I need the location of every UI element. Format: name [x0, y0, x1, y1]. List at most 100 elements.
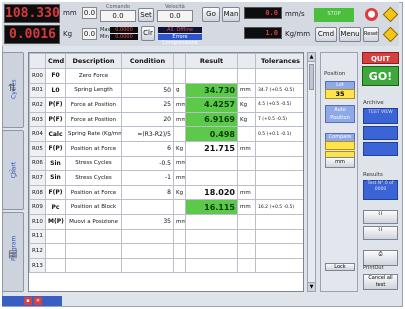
result-unit-cell[interactable]: mm: [237, 82, 256, 99]
table-row[interactable]: R11: [29, 228, 303, 245]
condition-cell[interactable]: 8: [121, 184, 174, 201]
result-unit-cell[interactable]: [237, 68, 256, 84]
result-unit-cell[interactable]: mm: [237, 140, 256, 157]
cmd-cell[interactable]: [45, 243, 66, 259]
tolerance-cell[interactable]: [255, 213, 303, 230]
condition-unit-cell[interactable]: [173, 243, 186, 259]
table-row[interactable]: R01 L0 Spring Length 50 g 34.730 mm 34.7 (+0.5 …: [29, 82, 303, 99]
cmd-cell[interactable]: [45, 228, 66, 245]
spring-icon-2[interactable]: ⌇⌇: [363, 226, 398, 240]
table-row[interactable]: R13: [29, 257, 303, 274]
tolerance-cell[interactable]: [255, 257, 303, 274]
cancel-all-button[interactable]: Cancel all test: [363, 274, 398, 290]
result-unit-cell[interactable]: [237, 170, 256, 186]
archive-blank-1[interactable]: [363, 126, 398, 140]
clear-button[interactable]: Clr: [141, 26, 155, 41]
description-cell[interactable]: Force at Position: [65, 111, 122, 128]
result-cell[interactable]: 4.4257: [185, 97, 238, 113]
condition-unit-cell[interactable]: [173, 228, 186, 245]
result-cell[interactable]: [185, 155, 238, 172]
condition-cell[interactable]: [121, 68, 174, 84]
cmd-cell[interactable]: P(F): [45, 111, 66, 128]
lock-button[interactable]: Lock: [325, 263, 355, 271]
description-cell[interactable]: Stress Cycles: [65, 170, 122, 186]
printer-icon[interactable]: ⎙: [363, 250, 398, 266]
set-value-field[interactable]: 0.0: [100, 10, 136, 22]
warning-icon-2[interactable]: [382, 26, 399, 43]
condition-cell[interactable]: 20: [121, 111, 174, 128]
table-row[interactable]: R05 F(P) Position at Force 6 Kg 21.715 mm: [29, 140, 303, 157]
archive-blank-2[interactable]: [363, 142, 398, 156]
tab-cycles[interactable]: Cycles ⇅: [2, 52, 24, 128]
cmd-cell[interactable]: Pc: [45, 199, 66, 215]
description-cell[interactable]: Position at Force: [65, 184, 122, 201]
condition-unit-cell[interactable]: Kg: [173, 140, 186, 157]
result-unit-cell[interactable]: mm: [237, 199, 256, 215]
warning-icon[interactable]: [382, 6, 399, 23]
result-unit-cell[interactable]: [237, 257, 256, 274]
condition-unit-cell[interactable]: [173, 257, 186, 274]
table-row[interactable]: R07SinStress Cycles-1mm: [29, 170, 303, 186]
manual-button[interactable]: Man: [222, 7, 240, 22]
scroll-thumb[interactable]: [309, 64, 314, 90]
close-icon[interactable]: ✕: [34, 297, 42, 305]
description-cell[interactable]: Force at Position: [65, 97, 122, 113]
result-cell[interactable]: [185, 213, 238, 230]
result-unit-cell[interactable]: [237, 126, 256, 142]
condition-cell[interactable]: 35: [121, 213, 174, 230]
reset-button[interactable]: Reset: [363, 27, 379, 42]
cmd-cell[interactable]: F(P): [45, 184, 66, 201]
scroll-up-icon[interactable]: ▲: [308, 53, 315, 62]
velocity-field[interactable]: 0.0: [157, 10, 193, 22]
condition-cell[interactable]: [121, 257, 174, 274]
description-cell[interactable]: [65, 243, 122, 259]
condition-cell[interactable]: =(R3-R2)/5: [121, 126, 174, 142]
tolerance-cell[interactable]: [255, 243, 303, 259]
tolerance-cell[interactable]: [255, 228, 303, 245]
table-row[interactable]: R12: [29, 243, 303, 259]
condition-cell[interactable]: -1: [121, 170, 174, 186]
condition-unit-cell[interactable]: [173, 199, 186, 215]
result-cell[interactable]: [185, 243, 238, 259]
mm-button[interactable]: mm: [325, 157, 355, 168]
tolerance-cell[interactable]: [255, 170, 303, 186]
result-cell[interactable]: 18.020: [185, 184, 238, 201]
result-unit-cell[interactable]: Kg: [237, 97, 256, 113]
condition-cell[interactable]: 50: [121, 82, 174, 99]
condition-unit-cell[interactable]: mm: [173, 213, 186, 230]
condition-unit-cell[interactable]: mm: [173, 111, 186, 128]
cmd-cell[interactable]: M(P): [45, 213, 66, 230]
description-cell[interactable]: Spring Length: [65, 82, 122, 99]
description-cell[interactable]: Muovi a Posizione: [65, 213, 122, 230]
tolerance-cell[interactable]: [255, 184, 303, 201]
condition-unit-cell[interactable]: mm: [173, 155, 186, 172]
condition-cell[interactable]: 25: [121, 97, 174, 113]
result-cell[interactable]: 34.730: [185, 82, 238, 99]
tolerance-cell[interactable]: 4.5 (+0.5 -0.5): [255, 97, 303, 113]
cmd-cell[interactable]: F0: [45, 68, 66, 84]
tolerance-cell[interactable]: 0.5 (+0.1 -0.1): [255, 126, 303, 142]
stop-icon[interactable]: ⬤: [365, 8, 378, 21]
condition-unit-cell[interactable]: Kg: [173, 184, 186, 201]
cmd-cell[interactable]: Calc: [45, 126, 66, 142]
go-button-large[interactable]: GO!: [362, 66, 399, 86]
tolerance-cell[interactable]: 34.7 (+0.5 -0.5): [255, 82, 303, 99]
result-cell[interactable]: 0.498: [185, 126, 238, 142]
table-row[interactable]: R09 Pc Position at Block 16.115 mm 16.2 (+0.5…: [29, 199, 303, 215]
position-value[interactable]: 35: [325, 89, 355, 99]
scroll-down-icon[interactable]: ▼: [308, 282, 315, 291]
tab-program[interactable]: Program ▤: [2, 212, 24, 292]
result-unit-cell[interactable]: [237, 228, 256, 245]
tolerance-cell[interactable]: [255, 68, 303, 84]
archive-view-button[interactable]: TEST VIEW: [363, 108, 398, 124]
condition-cell[interactable]: [121, 228, 174, 245]
table-row[interactable]: R03P(F)Force at Position20mm6.9169Kg7 (+…: [29, 111, 303, 128]
result-unit-cell[interactable]: [237, 213, 256, 230]
set-button[interactable]: Set: [138, 8, 154, 22]
result-unit-cell[interactable]: [237, 155, 256, 172]
cmd-cell[interactable]: Sin: [45, 170, 66, 186]
table-row[interactable]: R00 F0 Zero Force: [29, 68, 303, 84]
position-offset[interactable]: 0.0: [82, 7, 97, 19]
save-icon[interactable]: ▪: [24, 297, 32, 305]
condition-cell[interactable]: -0.5: [121, 155, 174, 172]
